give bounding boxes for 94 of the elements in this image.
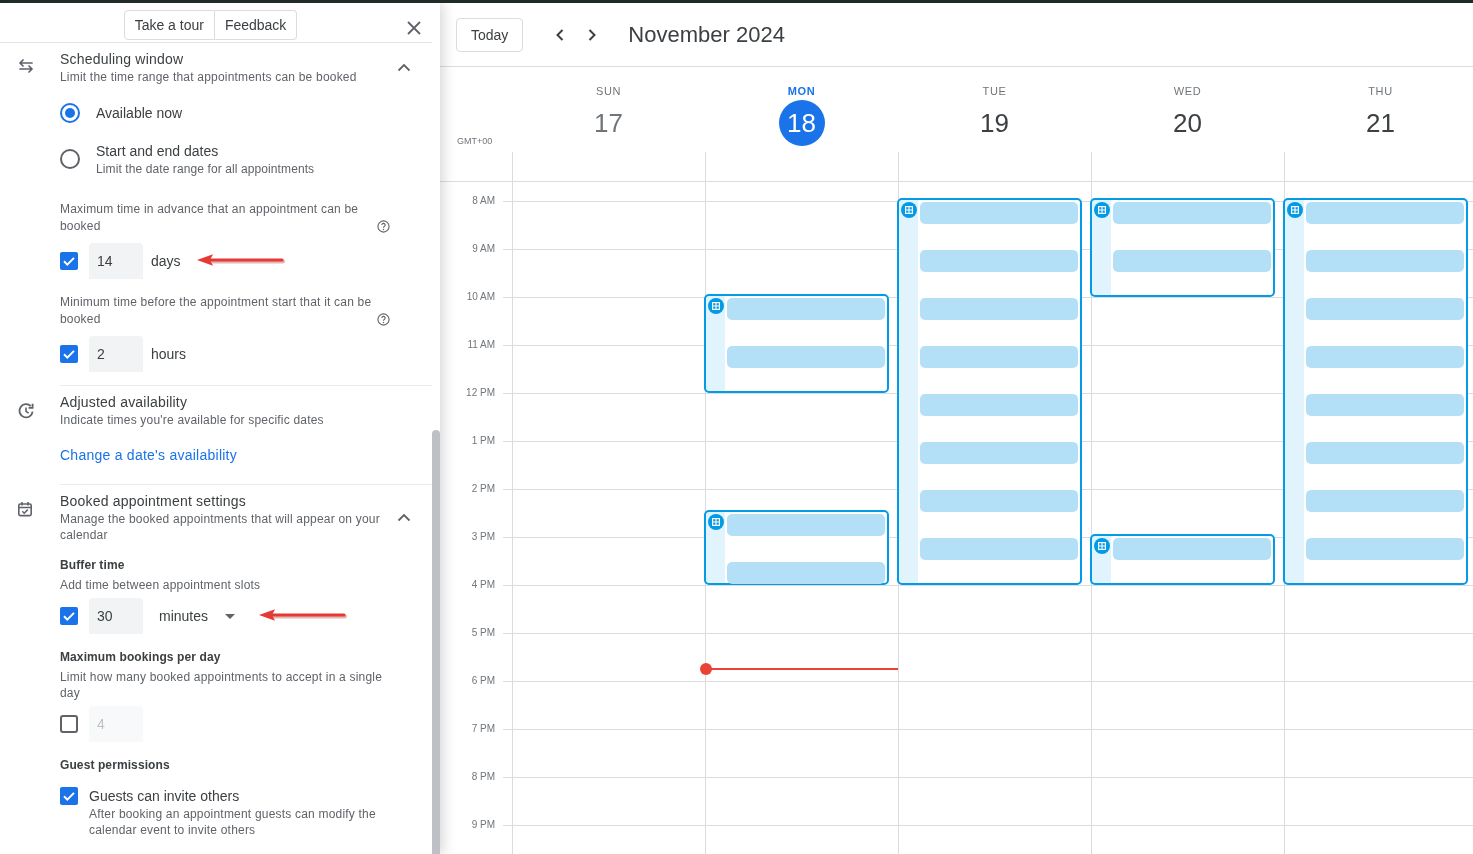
timezone-label: GMT+00: [457, 135, 493, 147]
weekday-label: SUN: [596, 84, 621, 98]
appointment-slot[interactable]: [1306, 250, 1464, 272]
grid-icon: [708, 514, 724, 530]
appointment-slot[interactable]: [920, 538, 1078, 560]
swap-arrows-icon: [17, 59, 35, 73]
section-title: Adjusted availability: [60, 393, 189, 412]
help-icon[interactable]: [377, 220, 390, 233]
appointment-slot[interactable]: [1306, 442, 1464, 464]
date-number[interactable]: 17: [585, 100, 632, 146]
checkbox-description: After booking an appointment guests can modify the calendar event to invite others: [89, 806, 377, 838]
hour-label: 5 PM: [471, 627, 495, 639]
hour-label: 9 AM: [472, 243, 495, 255]
today-button[interactable]: Today: [456, 17, 524, 52]
appointment-block[interactable]: [1090, 534, 1275, 585]
date-number[interactable]: 21: [1357, 100, 1404, 146]
option-description: Limit the date range for all appointments: [96, 161, 315, 177]
appointment-slot[interactable]: [920, 490, 1078, 512]
grid-icon: [1287, 202, 1303, 218]
grid-icon: [708, 298, 724, 314]
weekday-label: WED: [1173, 84, 1202, 98]
checkbox[interactable]: [60, 715, 78, 733]
grid-icon: [1094, 538, 1110, 554]
setting-label: Minimum time before the appointment start that it can be booked: [60, 294, 372, 328]
appointment-slot[interactable]: [920, 250, 1078, 272]
appointment-slot[interactable]: [920, 202, 1078, 224]
scrollbar-thumb[interactable]: [432, 430, 440, 854]
header-button[interactable]: Feedback: [214, 10, 298, 40]
appointment-block[interactable]: [897, 198, 1082, 585]
grid-icon: [1094, 202, 1110, 218]
appointment-slot[interactable]: [1306, 490, 1464, 512]
date-number[interactable]: 19: [971, 100, 1018, 146]
setting-description: Add time between appointment slots: [60, 577, 262, 593]
checkbox[interactable]: [60, 787, 78, 805]
checkbox-label[interactable]: Guests can invite others: [89, 786, 389, 806]
hour-label: 8 PM: [471, 771, 495, 783]
hour-label: 3 PM: [471, 531, 495, 543]
radio-button[interactable]: [60, 149, 80, 169]
hour-label: 7 PM: [471, 723, 495, 735]
checkbox[interactable]: [60, 607, 78, 625]
header-button[interactable]: Take a tour: [123, 10, 215, 40]
appointment-slot[interactable]: [1306, 538, 1464, 560]
clock-refresh-icon: [17, 402, 35, 420]
radio-label[interactable]: Available now: [96, 103, 183, 123]
date-number[interactable]: 18: [778, 100, 825, 146]
checkbox[interactable]: [60, 252, 78, 270]
setting-label: Maximum bookings per day: [60, 649, 221, 666]
availability-link[interactable]: Change a date's availability: [60, 445, 237, 465]
close-icon[interactable]: [407, 21, 421, 35]
section-subtitle: Manage the booked appointments that will appear on your calendar: [60, 511, 381, 543]
hour-label: 10 AM: [466, 291, 495, 303]
unit-label: hours: [151, 346, 187, 362]
grid-icon: [901, 202, 917, 218]
section-title: Scheduling window: [60, 50, 185, 69]
appointment-slot[interactable]: [1306, 298, 1464, 320]
unit-label: days: [151, 253, 181, 269]
appointment-block[interactable]: [1283, 198, 1468, 585]
weekday-label: TUE: [982, 84, 1007, 98]
appointment-slot[interactable]: [920, 442, 1078, 464]
setting-label: Maximum time in advance that an appointment can be booked: [60, 201, 360, 235]
radio-button[interactable]: [60, 103, 80, 123]
appointment-slot[interactable]: [920, 298, 1078, 320]
hour-label: 12 PM: [466, 387, 495, 399]
section-subtitle: Limit the time range that appointments can be booked: [60, 69, 358, 85]
hour-label: 1 PM: [471, 435, 495, 447]
hour-label: 2 PM: [471, 483, 495, 495]
appointment-slot[interactable]: [920, 346, 1078, 368]
hour-label: 4 PM: [471, 579, 495, 591]
weekday-label: MON: [787, 84, 816, 98]
radio-label[interactable]: Start and end dates: [96, 141, 315, 161]
appointment-slot[interactable]: [1306, 346, 1464, 368]
number-input[interactable]: 30: [89, 598, 143, 634]
calendar-check-icon: [17, 501, 33, 517]
section-subtitle: Indicate times you're available for specific dates: [60, 412, 325, 428]
hour-label: 11 AM: [467, 339, 495, 351]
number-input[interactable]: 14: [89, 243, 143, 279]
appointment-slot[interactable]: [1306, 202, 1464, 224]
date-number[interactable]: 20: [1164, 100, 1211, 146]
setting-label: Guest permissions: [60, 757, 170, 774]
section-title: Booked appointment settings: [60, 492, 247, 511]
chevron-icon[interactable]: [397, 62, 411, 72]
unit-dropdown[interactable]: minutes: [151, 598, 244, 634]
setting-description: Limit how many booked appointments to accept in a single day: [60, 669, 384, 701]
hour-label: 6 PM: [471, 675, 495, 687]
hour-label: 9 PM: [471, 819, 495, 831]
chevron-icon[interactable]: [397, 512, 411, 522]
caret-icon: [225, 613, 236, 619]
month-title: November 2024: [628, 21, 785, 48]
help-icon[interactable]: [377, 313, 390, 326]
weekday-label: THU: [1368, 84, 1393, 98]
hour-label: 8 AM: [472, 195, 495, 207]
number-input[interactable]: 2: [89, 336, 143, 372]
checkbox[interactable]: [60, 345, 78, 363]
setting-label: Buffer time: [60, 557, 125, 574]
